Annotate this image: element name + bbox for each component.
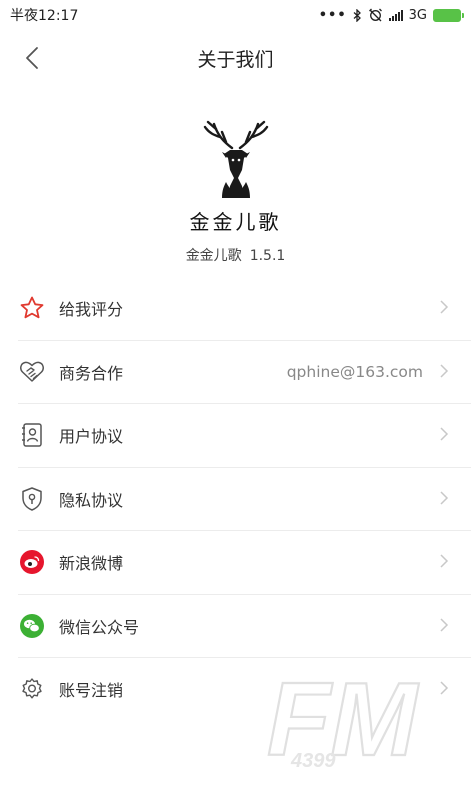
alarm-off-icon (368, 8, 382, 22)
app-logo: 金金儿歌 (0, 118, 471, 235)
menu-item-user-agreement[interactable]: 用户协议 (18, 404, 471, 468)
menu-item-label: 用户协议 (59, 427, 124, 447)
deer-logo-icon (203, 120, 268, 198)
logo-wordmark: 金金儿歌 (189, 210, 282, 234)
fm-watermark: FM 4399 (266, 663, 421, 773)
menu-item-label: 隐私协议 (59, 490, 124, 510)
business-email: qphine@163.com (286, 362, 423, 381)
nav-header: 关于我们 (0, 32, 471, 84)
app-name: 金金儿歌 (185, 248, 242, 264)
menu-item-privacy[interactable]: 隐私协议 (18, 468, 471, 531)
app-version-line: 金金儿歌 1.5.1 (0, 245, 471, 265)
menu-item-label: 给我评分 (59, 300, 124, 320)
status-time: 半夜12:17 (10, 8, 79, 24)
menu-item-label: 商务合作 (59, 363, 124, 383)
star-icon (18, 294, 46, 322)
status-bar: 半夜12:17 ••• 3G (0, 0, 471, 30)
shield-lock-icon (18, 485, 46, 513)
menu-item-rate[interactable]: 给我评分 (18, 277, 471, 341)
menu-item-label: 账号注销 (59, 681, 124, 701)
network-type: 3G (408, 7, 427, 23)
signal-icon (388, 9, 403, 21)
watermark-subtext: 4399 (290, 750, 336, 772)
chevron-right-icon (440, 363, 449, 378)
chevron-right-icon (440, 617, 449, 632)
chevron-right-icon (440, 554, 449, 568)
weibo-icon (18, 548, 46, 576)
contact-card-icon (18, 421, 46, 449)
chevron-right-icon (440, 490, 449, 505)
battery-icon (433, 8, 464, 22)
watermark-text: FM (267, 663, 420, 773)
menu-item-label: 新浪微博 (59, 554, 124, 574)
chevron-right-icon (440, 427, 449, 441)
app-version: 1.5.1 (249, 248, 286, 264)
menu-item-wechat[interactable]: 微信公众号 (18, 595, 471, 658)
more-dots-icon: ••• (318, 7, 347, 23)
bluetooth-icon (353, 8, 361, 22)
settings-menu: 给我评分 商务合作 qphine@163.com 用户协议 隐私协议 新浪微博 (0, 277, 471, 721)
gear-icon (18, 675, 46, 703)
menu-item-weibo[interactable]: 新浪微博 (18, 531, 471, 595)
page-title: 关于我们 (197, 48, 274, 71)
handshake-icon (18, 358, 46, 386)
back-button[interactable] (16, 42, 48, 74)
chevron-left-icon (26, 47, 38, 69)
menu-item-business[interactable]: 商务合作 qphine@163.com (18, 341, 471, 404)
chevron-right-icon (440, 300, 449, 314)
menu-item-label: 微信公众号 (59, 617, 140, 637)
status-icons: ••• 3G (318, 7, 464, 23)
wechat-icon (18, 612, 46, 640)
